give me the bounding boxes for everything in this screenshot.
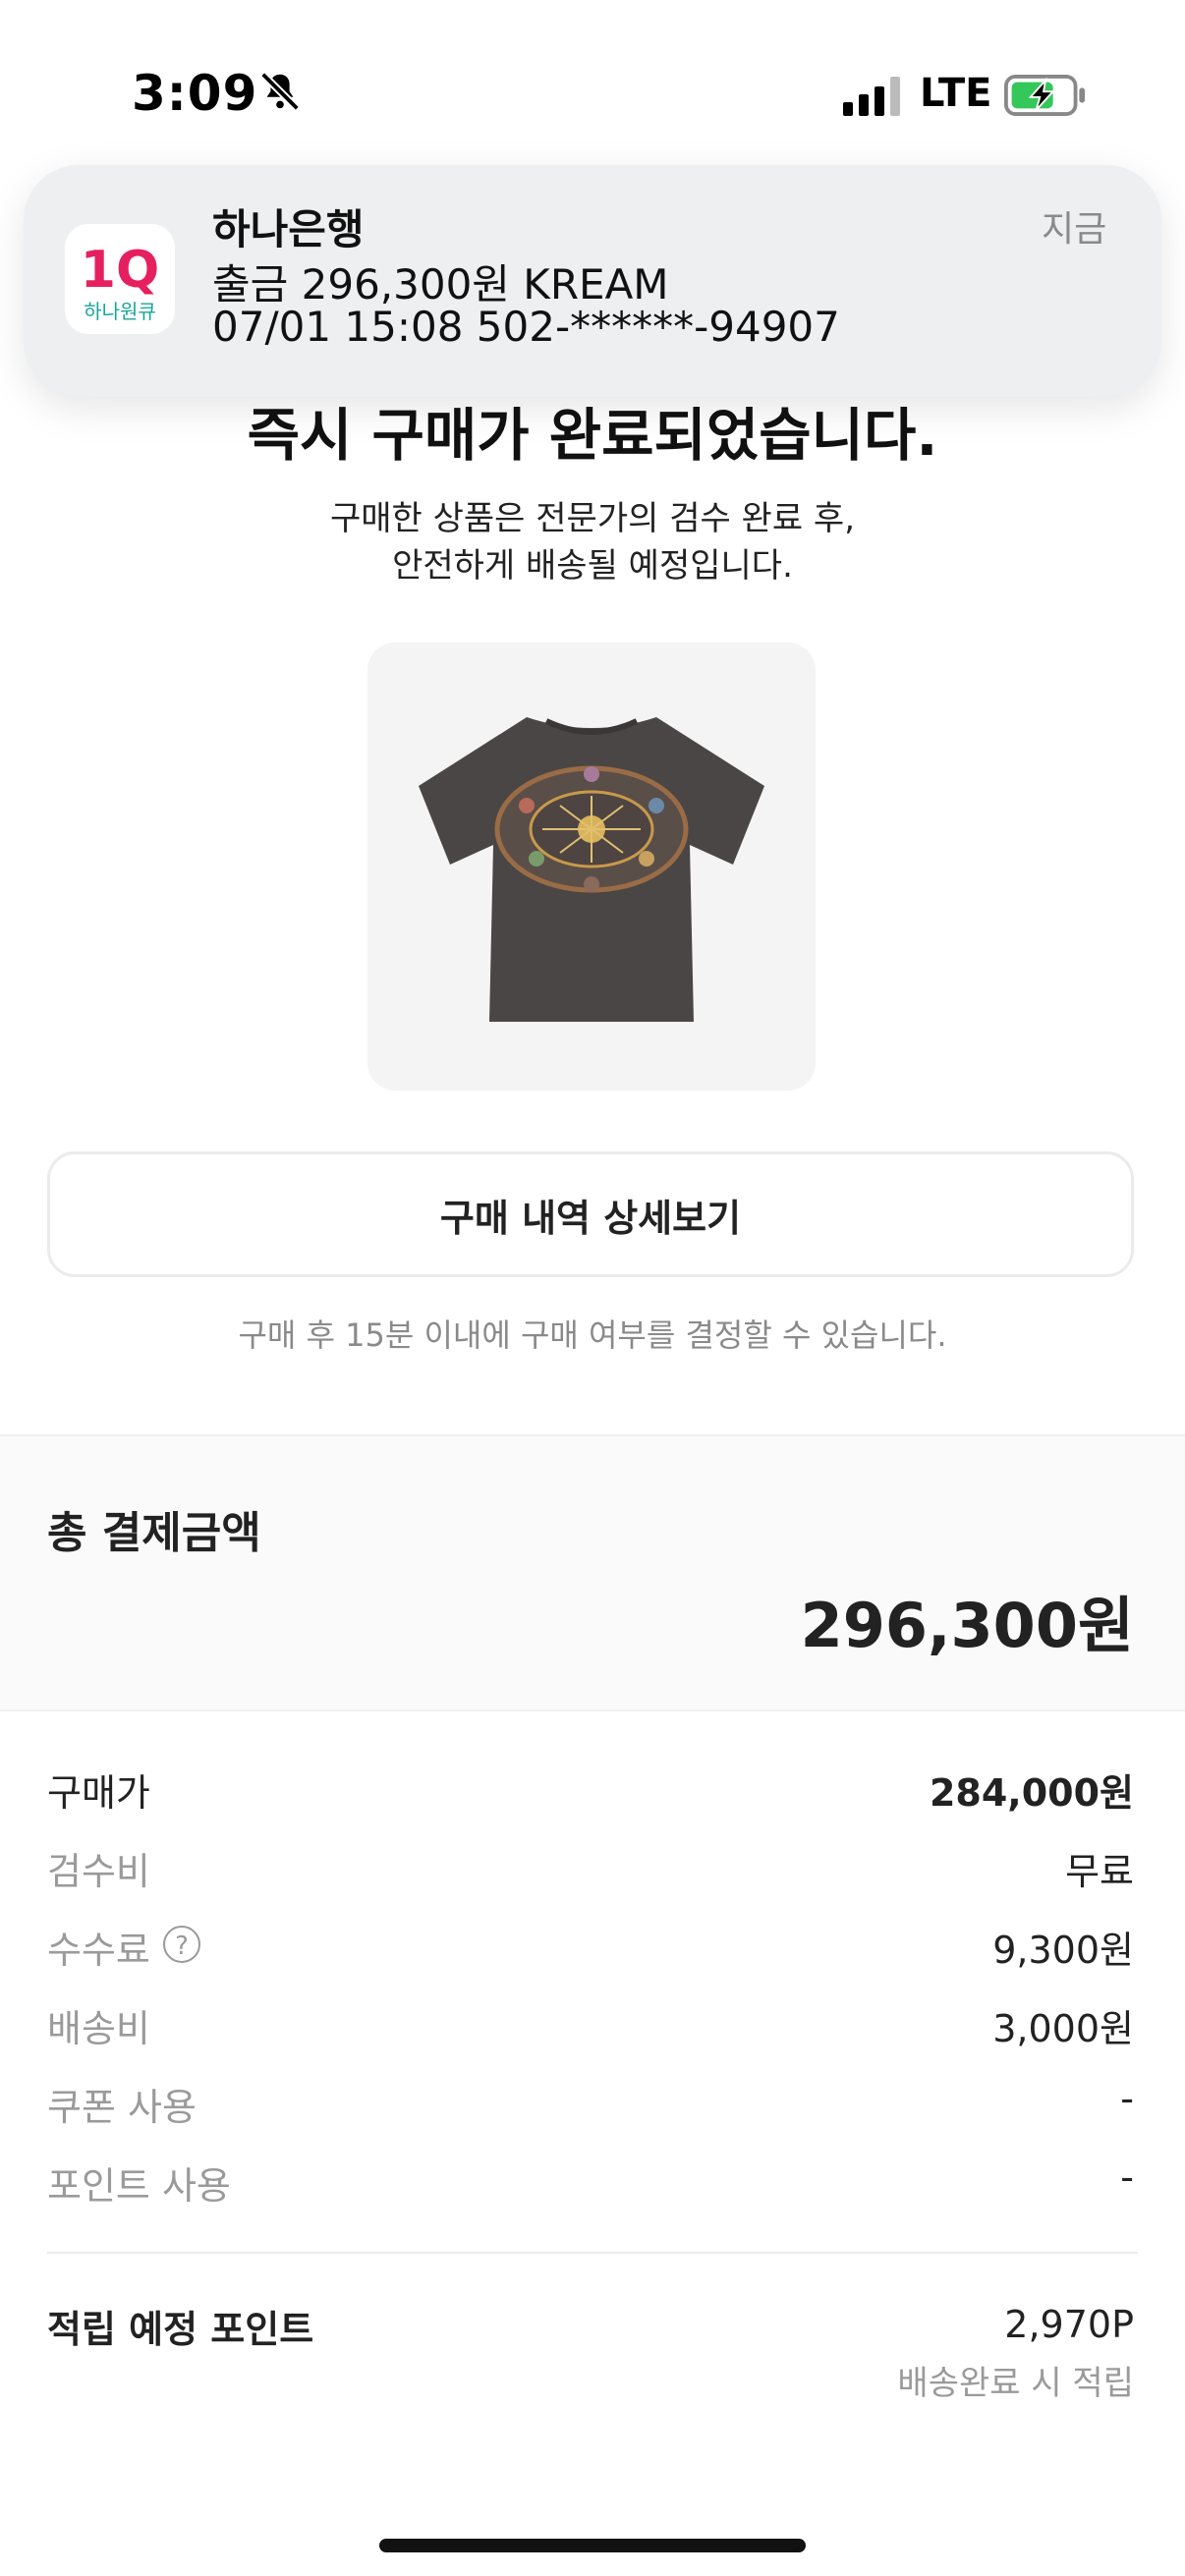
signal-icon [843,77,900,116]
network-type: LTE [920,71,992,116]
view-purchase-details-button[interactable]: 구매 내역 상세보기 [47,1151,1134,1277]
notification-detail: 07/01 15:08 502-******-94907 [212,303,840,351]
total-payment-value: 296,300원 [800,1590,1134,1661]
battery-charging-icon [1004,75,1086,116]
subtext-line-2: 안전하게 배송될 예정입니다. [392,546,793,586]
points-used-label: 포인트 사용 [47,2164,231,2208]
earned-points-value: 2,970P [1004,2303,1134,2346]
price-value: 284,000원 [929,1771,1134,1815]
earned-points-note: 배송완료 시 적립 [897,2364,1134,2403]
notification-app-name: 하나은행 [212,205,365,253]
help-circle-icon[interactable]: ? [163,1926,200,1963]
svg-text:하나원큐: 하나원큐 [84,300,156,323]
home-indicator[interactable] [379,2539,806,2552]
notification-time: 지금 [1042,209,1107,250]
total-payment-section [0,1434,1185,1711]
decision-note: 구매 후 15분 이내에 구매 여부를 결정할 수 있습니다. [238,1316,947,1354]
points-used-value: - [1120,2156,1134,2199]
hana-bank-app-icon: 1Q 하나원큐 [65,224,175,334]
inspection-fee-label: 검수비 [47,1850,150,1893]
page-headline: 즉시 구매가 완료되었습니다. [247,402,938,469]
bell-slash-icon [260,72,300,111]
coupon-value: - [1120,2077,1134,2120]
coupon-label: 쿠폰 사용 [47,2086,197,2129]
earned-points-label: 적립 예정 포인트 [47,2308,314,2351]
commission-value: 9,300원 [992,1929,1134,1972]
svg-text:1Q: 1Q [81,241,159,300]
status-time: 3:09 [132,65,258,122]
inspection-fee-value: 무료 [1065,1850,1134,1893]
total-payment-label: 총 결제금액 [47,1508,261,1558]
price-label: 구매가 [47,1771,150,1815]
shipping-fee-value: 3,000원 [992,2007,1134,2050]
commission-label: 수수료 [47,1929,150,1972]
t-shirt-product-image [419,717,764,1022]
shipping-fee-label: 배송비 [47,2007,150,2050]
divider [47,2252,1138,2254]
subtext-line-1: 구매한 상품은 전문가의 검수 완료 후, [329,499,856,538]
